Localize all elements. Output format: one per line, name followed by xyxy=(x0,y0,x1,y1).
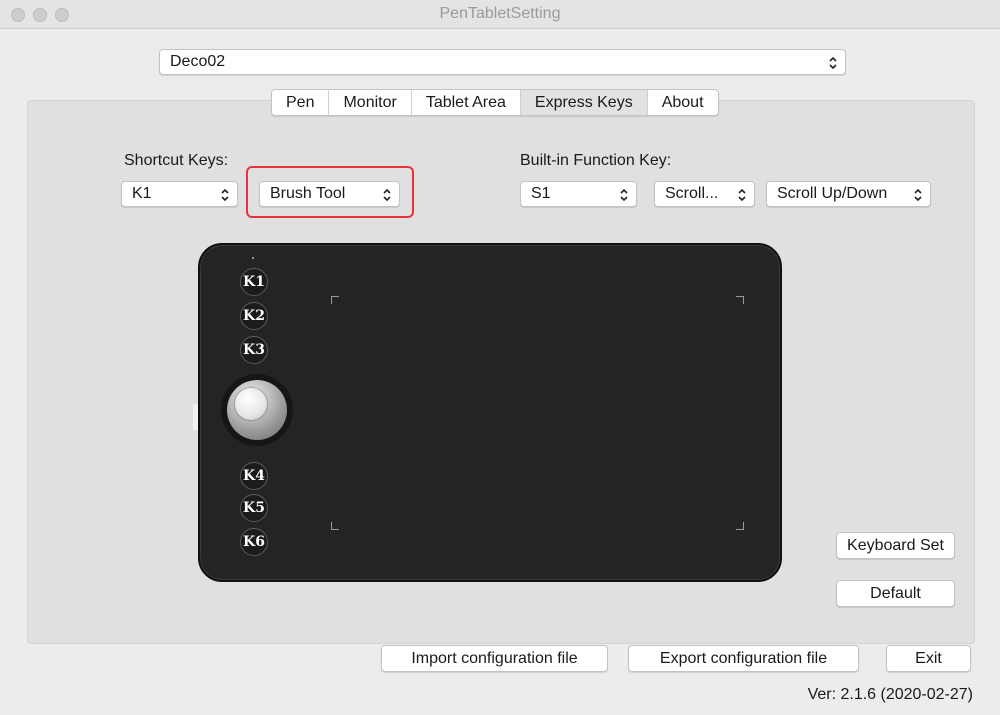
tablet-key-k4[interactable]: K4 xyxy=(240,462,268,490)
tablet-indicator-light xyxy=(252,257,254,259)
app-window: PenTabletSetting Deco02 Pen Monitor Tabl… xyxy=(0,0,1000,715)
dial-center-button[interactable] xyxy=(235,388,267,420)
builtin-mode-value: Scroll... xyxy=(665,185,719,202)
tab-tablet-area[interactable]: Tablet Area xyxy=(412,90,521,115)
tablet-key-k5[interactable]: K5 xyxy=(240,494,268,522)
tablet-key-k6[interactable]: K6 xyxy=(240,528,268,556)
builtin-function-value: Scroll Up/Down xyxy=(777,185,888,202)
device-select[interactable]: Deco02 xyxy=(159,49,846,75)
version-label: Ver: 2.1.6 (2020-02-27) xyxy=(807,686,973,703)
tablet-dial[interactable] xyxy=(221,374,293,446)
builtin-mode-select[interactable]: Scroll... xyxy=(654,181,755,207)
tablet-key-k3[interactable]: K3 xyxy=(240,336,268,364)
tab-about[interactable]: About xyxy=(648,90,718,115)
device-select-value: Deco02 xyxy=(170,53,226,70)
chevron-updown-icon xyxy=(738,188,746,202)
default-button[interactable]: Default xyxy=(836,580,955,607)
chevron-updown-icon xyxy=(620,188,628,202)
tab-pen[interactable]: Pen xyxy=(272,90,330,115)
tab-express-keys[interactable]: Express Keys xyxy=(520,90,648,115)
builtin-function-key-label: Built-in Function Key: xyxy=(520,152,672,169)
chevron-updown-icon xyxy=(914,188,922,202)
chevron-updown-icon xyxy=(383,188,391,202)
import-config-button[interactable]: Import configuration file xyxy=(381,645,608,672)
builtin-key-select[interactable]: S1 xyxy=(520,181,637,207)
tablet-key-k1[interactable]: K1 xyxy=(240,268,268,296)
shortcut-keys-label: Shortcut Keys: xyxy=(124,152,229,169)
window-title: PenTabletSetting xyxy=(439,5,561,22)
tab-bar: Pen Monitor Tablet Area Express Keys Abo… xyxy=(271,89,719,116)
keyboard-set-button[interactable]: Keyboard Set xyxy=(836,532,955,559)
title-bar: PenTabletSetting xyxy=(0,0,1000,29)
tablet-key-k2[interactable]: K2 xyxy=(240,302,268,330)
shortcut-action-select[interactable]: Brush Tool xyxy=(259,181,400,207)
exit-button[interactable]: Exit xyxy=(886,645,971,672)
active-area-corner-top-left xyxy=(331,296,339,304)
builtin-function-select[interactable]: Scroll Up/Down xyxy=(766,181,931,207)
tab-monitor[interactable]: Monitor xyxy=(329,90,412,115)
shortcut-key-select[interactable]: K1 xyxy=(121,181,238,207)
shortcut-action-value: Brush Tool xyxy=(270,185,346,202)
shortcut-key-value: K1 xyxy=(132,185,152,202)
chevron-updown-icon xyxy=(221,188,229,202)
active-area-corner-top-right xyxy=(736,296,744,304)
active-area-corner-bottom-left xyxy=(331,522,339,530)
chevron-updown-icon xyxy=(829,56,837,70)
export-config-button[interactable]: Export configuration file xyxy=(628,645,859,672)
builtin-key-value: S1 xyxy=(531,185,551,202)
active-area-corner-bottom-right xyxy=(736,522,744,530)
